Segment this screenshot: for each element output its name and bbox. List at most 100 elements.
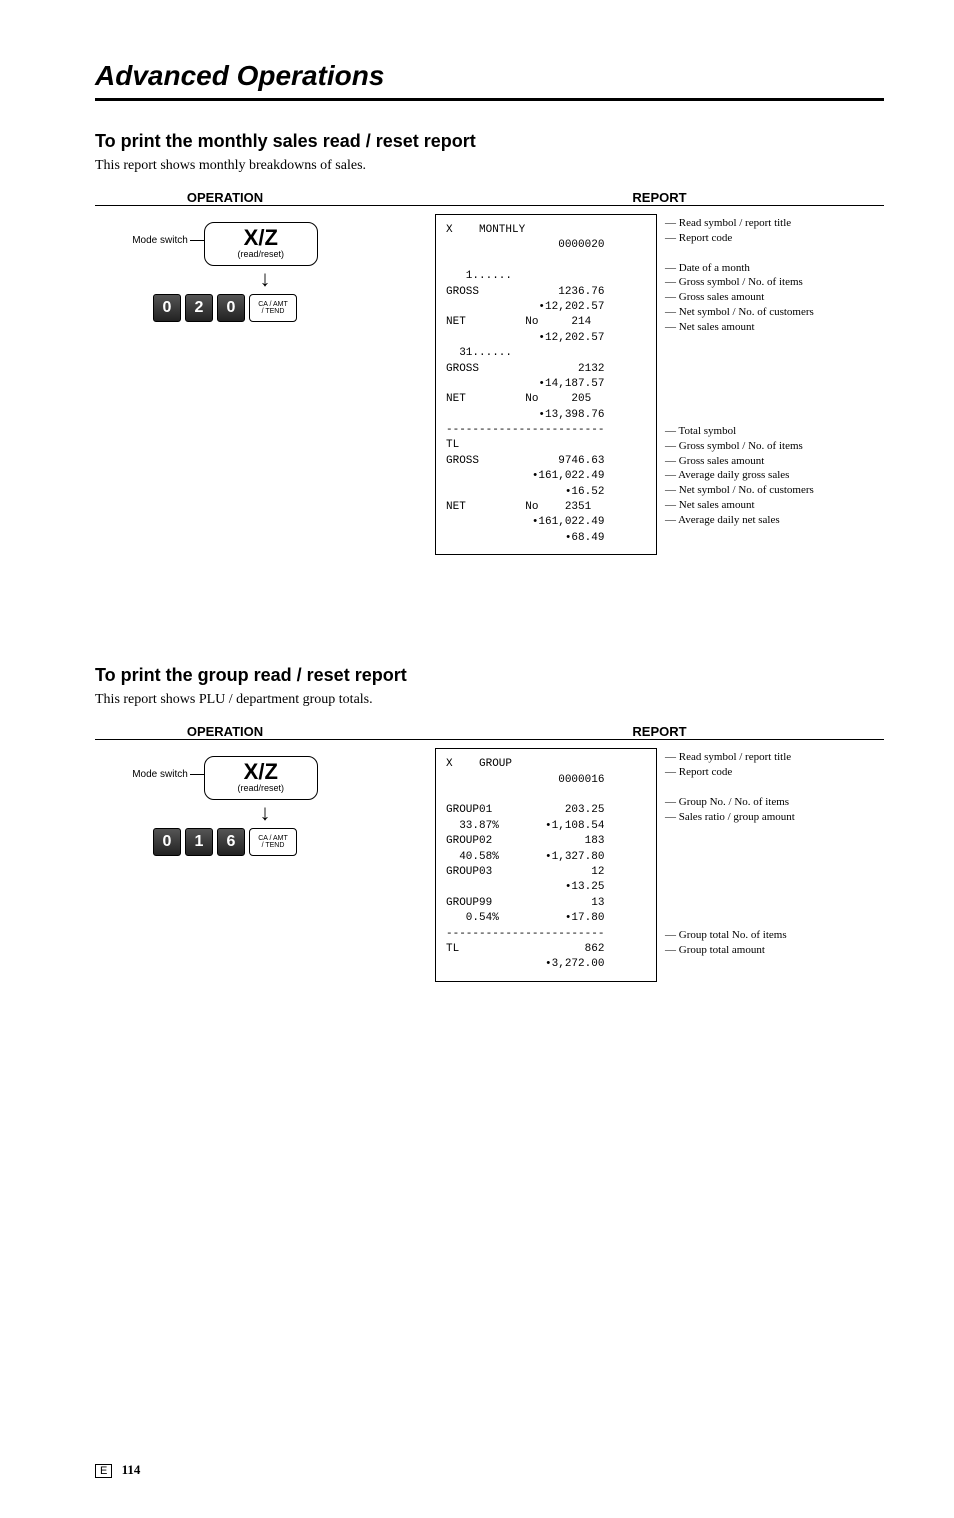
annotation-column: — Read symbol / report title— Report cod… (665, 748, 795, 958)
annotation-line: — Group total No. of items (665, 928, 795, 943)
chapter-rule (95, 98, 884, 101)
receipt-line: GROUP02 183 (446, 834, 646, 849)
annotation-line: — Report code (665, 231, 814, 246)
receipt-line: GROSS 9746.63 (446, 454, 646, 469)
receipt-line: 40.58% •1,327.80 (446, 850, 646, 865)
receipt-line: 0.54% •17.80 (446, 911, 646, 926)
annotation-line: — Read symbol / report title (665, 750, 795, 765)
annotation-line: — Group No. / No. of items (665, 795, 795, 810)
receipt-line: TL (446, 438, 646, 453)
arrow-down-icon: ↓ (260, 802, 271, 824)
mode-switch-label: Mode switch (132, 235, 190, 246)
receipt-line: •12,202.57 (446, 331, 646, 346)
report-column: X MONTHLY 0000020 1......GROSS 1236.76 •… (435, 206, 884, 555)
digit-key: 2 (185, 294, 213, 322)
annotation-line (665, 854, 795, 869)
annotation-line (665, 869, 795, 884)
receipt-line: 0000016 (446, 773, 646, 788)
operation-heading: OPERATION (95, 190, 355, 205)
operation-column: Mode switch X/Z(read/reset) ↓ 016CA / AMT/ … (95, 740, 355, 856)
annotation-line: — Report code (665, 765, 795, 780)
receipt-line: •161,022.49 (446, 515, 646, 530)
annotation-line (665, 780, 795, 795)
receipt-line: 0000020 (446, 238, 646, 253)
annotation-line (665, 409, 814, 424)
receipt-line: ------------------------ (446, 927, 646, 942)
receipt-line: •68.49 (446, 531, 646, 546)
annotation-line: — Gross sales amount (665, 290, 814, 305)
annotation-line: — Group total amount (665, 943, 795, 958)
receipt-line: X GROUP (446, 757, 646, 772)
arrow-down-icon: ↓ (260, 268, 271, 290)
mode-switch-box: X/Z(read/reset) (204, 222, 318, 266)
annotation-line: — Date of a month (665, 261, 814, 276)
annotation-column: — Read symbol / report title— Report cod… (665, 214, 814, 528)
section-title: To print the monthly sales read / reset … (95, 131, 884, 152)
digit-key: 0 (217, 294, 245, 322)
annotation-line: — Average daily net sales (665, 513, 814, 528)
annotation-line: — Net symbol / No. of customers (665, 483, 814, 498)
receipt-line: •13.25 (446, 880, 646, 895)
page: Advanced Operations To print the monthly… (0, 0, 954, 1518)
annotation-line: — Sales ratio / group amount (665, 810, 795, 825)
receipt-line: 1...... (446, 269, 646, 284)
section-description: This report shows monthly breakdowns of … (95, 158, 884, 174)
receipt: X GROUP 0000016 GROUP01 203.25 33.87% •1… (435, 748, 657, 981)
annotation-line (665, 394, 814, 409)
operation-heading: OPERATION (95, 724, 355, 739)
annotation-line: — Gross symbol / No. of items (665, 275, 814, 290)
section-title: To print the group read / reset report (95, 665, 884, 686)
receipt-line: GROUP03 12 (446, 865, 646, 880)
chapter-title: Advanced Operations (95, 60, 884, 92)
receipt-line: •12,202.57 (446, 300, 646, 315)
operation-report-row: Mode switch X/Z(read/reset) ↓ 016CA / AMT/ … (95, 739, 884, 981)
annotation-line (665, 899, 795, 914)
annotation-line: — Total symbol (665, 424, 814, 439)
receipt-line (446, 788, 646, 803)
receipt-line (446, 254, 646, 269)
receipt-line: ------------------------ (446, 423, 646, 438)
annotation-line: — Net symbol / No. of customers (665, 305, 814, 320)
receipt-line: GROUP99 13 (446, 896, 646, 911)
receipt-line: X MONTHLY (446, 223, 646, 238)
receipt-line: 33.87% •1,108.54 (446, 819, 646, 834)
mode-switch-label: Mode switch (132, 769, 190, 780)
receipt-line: GROSS 2132 (446, 362, 646, 377)
annotation-line: — Net sales amount (665, 320, 814, 335)
annotation-line (665, 824, 795, 839)
report-heading: REPORT (435, 724, 884, 739)
receipt-line: GROSS 1236.76 (446, 285, 646, 300)
receipt-line: NET No 205 (446, 392, 646, 407)
annotation-line: — Net sales amount (665, 498, 814, 513)
footer-page-number: 114 (122, 1462, 141, 1477)
xz-sublabel: (read/reset) (211, 783, 311, 793)
digit-key: 0 (153, 828, 181, 856)
xz-label: X/Z (211, 227, 311, 249)
ca-amt-tend-key: CA / AMT/ TEND (249, 828, 297, 856)
key-sequence: 020CA / AMT/ TEND (153, 294, 297, 322)
report-heading: REPORT (435, 190, 884, 205)
receipt-line: •3,272.00 (446, 957, 646, 972)
report-column: X GROUP 0000016 GROUP01 203.25 33.87% •1… (435, 740, 884, 981)
annotation-line (665, 379, 814, 394)
receipt-line: TL 862 (446, 942, 646, 957)
page-footer: E 114 (95, 1462, 884, 1478)
receipt-line: •16.52 (446, 485, 646, 500)
receipt-line: •161,022.49 (446, 469, 646, 484)
report-section: To print the group read / reset report Th… (95, 665, 884, 981)
report-section: To print the monthly sales read / reset … (95, 131, 884, 555)
annotation-line (665, 839, 795, 854)
annotation-line (665, 350, 814, 365)
section-description: This report shows PLU / department group… (95, 692, 884, 708)
annotation-line: — Gross symbol / No. of items (665, 439, 814, 454)
ca-amt-tend-key: CA / AMT/ TEND (249, 294, 297, 322)
key-sequence: 016CA / AMT/ TEND (153, 828, 297, 856)
receipt-line: •13,398.76 (446, 408, 646, 423)
receipt-line: NET No 214 (446, 315, 646, 330)
annotation-line (665, 913, 795, 928)
xz-label: X/Z (211, 761, 311, 783)
annotation-line (665, 246, 814, 261)
annotation-line (665, 364, 814, 379)
footer-e: E (95, 1464, 112, 1478)
annotation-line (665, 335, 814, 350)
